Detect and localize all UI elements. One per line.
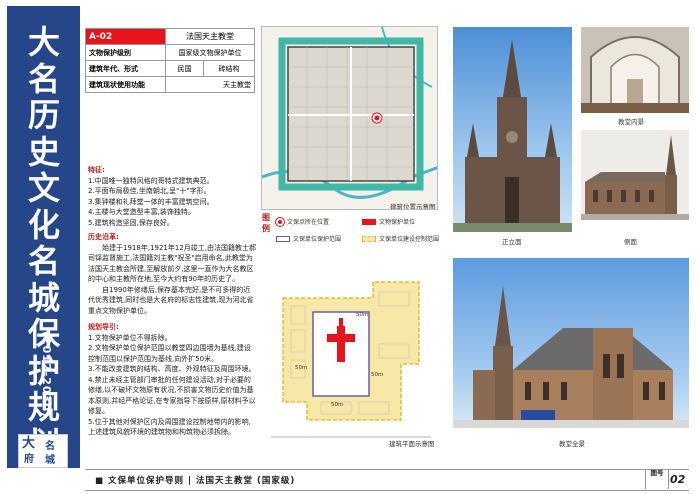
paragraph: 自1990年修缮后,保存基本完好,是不可多得的近代优秀建筑,同时也是大名府的标志…: [88, 285, 254, 315]
info-label: 建筑现状使用功能: [84, 76, 167, 93]
figure-number: 02: [670, 473, 686, 486]
legend-item: 文保单位建设控制范围: [362, 234, 439, 243]
list-item: 3.不能改变建筑的结构、高度、外观特征及周围环境。: [88, 365, 256, 373]
location-map-caption: 建筑位置示意图: [390, 203, 436, 210]
info-value: 砖结构: [203, 60, 255, 77]
location-map: 建筑位置示意图: [261, 26, 438, 210]
features-section: 特征: 1.中国唯一独特风格的哥特式建筑典范。 2.平面布局极佳,坐南朝北,呈"…: [88, 165, 256, 228]
guide-heading: 规划导引:: [88, 323, 119, 331]
list-item: 3.集钟楼和礼拜堂一体的丰富建筑空间。: [88, 197, 214, 206]
list-item: 5.建筑构造坚固,保存良好。: [88, 218, 174, 227]
plan-map-caption: 建筑平面示意图: [389, 440, 435, 448]
red-swatch-icon: [362, 218, 376, 225]
list-item: 1.文物保护单位不得拆除。: [88, 333, 172, 342]
site-dot-icon: [276, 217, 284, 226]
distance-label: 50m: [356, 312, 369, 318]
info-value: 天主教堂: [165, 76, 255, 93]
page: 大名历史文化名城保护规划 (2012-2030) 大 名 府 城 A-02 法国…: [0, 0, 700, 494]
logo: 大 名 府 城: [18, 434, 68, 468]
panorama-photo: [453, 258, 689, 428]
side-photo: [581, 130, 689, 220]
list-item: 4.禁止未经主管部门审批的任何建设活动,对于必要的修缮,以不破坏文物原有状况,不…: [88, 375, 256, 416]
purple-outline-icon: [276, 235, 290, 242]
distance-label: 50m: [295, 365, 308, 371]
features-heading: 特征:: [88, 166, 105, 174]
legend-item: 文物保护单位: [362, 217, 415, 226]
history-section: 历史沿革: 始建于1918年,1921年12月竣工,由法国籍教士郝司铎监督施工,…: [88, 232, 256, 316]
legend: 图例 文保点所在位置 文物保护单位 文保单位保护范围 文保单位建设控制范围: [262, 212, 439, 246]
sidebar: 大名历史文化名城保护规划 (2012-2030) 大 名 府 城: [7, 6, 80, 468]
panorama-caption: 教堂全景: [559, 440, 585, 448]
legend-item: 文保点所在位置: [276, 217, 329, 226]
list-item: 1.中国唯一独特风格的哥特式建筑典范。: [88, 176, 214, 185]
yellow-dashed-icon: [362, 235, 376, 242]
info-label: 建筑年代、形式: [84, 60, 167, 77]
distance-label: 50m: [331, 402, 344, 408]
side-caption: 侧面: [624, 238, 637, 246]
list-item: 2.平面布局极佳,坐南朝北,呈"十"字形。: [88, 187, 211, 195]
legend-item: 文保单位保护范围: [276, 234, 341, 243]
front-photo: [453, 27, 572, 232]
info-label: 文物保护级别: [84, 44, 167, 61]
distance-label: 50m: [371, 372, 384, 378]
guide-section: 规划导引: 1.文物保护单位不得拆除。 2.文物保护单位保护范围以教堂四边围墙为…: [88, 322, 256, 438]
footer-title: ■ 文保单位保护导则 | 法国天主教堂 (国家级): [95, 476, 296, 486]
list-item: 4.主楼与大堂造型丰富,装饰独特。: [88, 208, 195, 216]
footer: ■ 文保单位保护导则 | 法国天主教堂 (国家级) 02 图号: [85, 469, 689, 491]
site-name: 法国天主教堂: [165, 28, 255, 45]
interior-photo: [581, 27, 689, 113]
list-item: 2.文物保护单位保护范围以教堂四边围墙为基线,建设控制范围以保护范围为基线,向外…: [88, 344, 251, 363]
legend-heading: 图例: [262, 213, 270, 233]
info-table: A-02 法国天主教堂 文物保护级别 国家级文物保护单位 建筑年代、形式 民国 …: [84, 28, 255, 93]
info-value: 国家级文物保护单位: [165, 44, 255, 61]
list-item: 5.位于其他对保护区内及周围建设控制地带内的影响,上述建筑风貌环境的建筑物和构筑…: [88, 417, 251, 437]
site-code: A-02: [84, 28, 167, 45]
figure-label: 图号: [645, 469, 669, 489]
paragraph: 始建于1918年,1921年12月竣工,由法国籍教士郝司铎监督施工,法国籍刘主教…: [88, 243, 256, 284]
history-heading: 历史沿革:: [88, 233, 119, 241]
plan-map: 50m 50m 50m 50m 建筑平面示意图: [261, 252, 440, 448]
interior-caption: 教堂内景: [618, 118, 644, 126]
front-caption: 正立面: [502, 238, 522, 246]
info-value: 民国: [165, 60, 205, 77]
sidebar-years: (2012-2030): [40, 331, 53, 418]
